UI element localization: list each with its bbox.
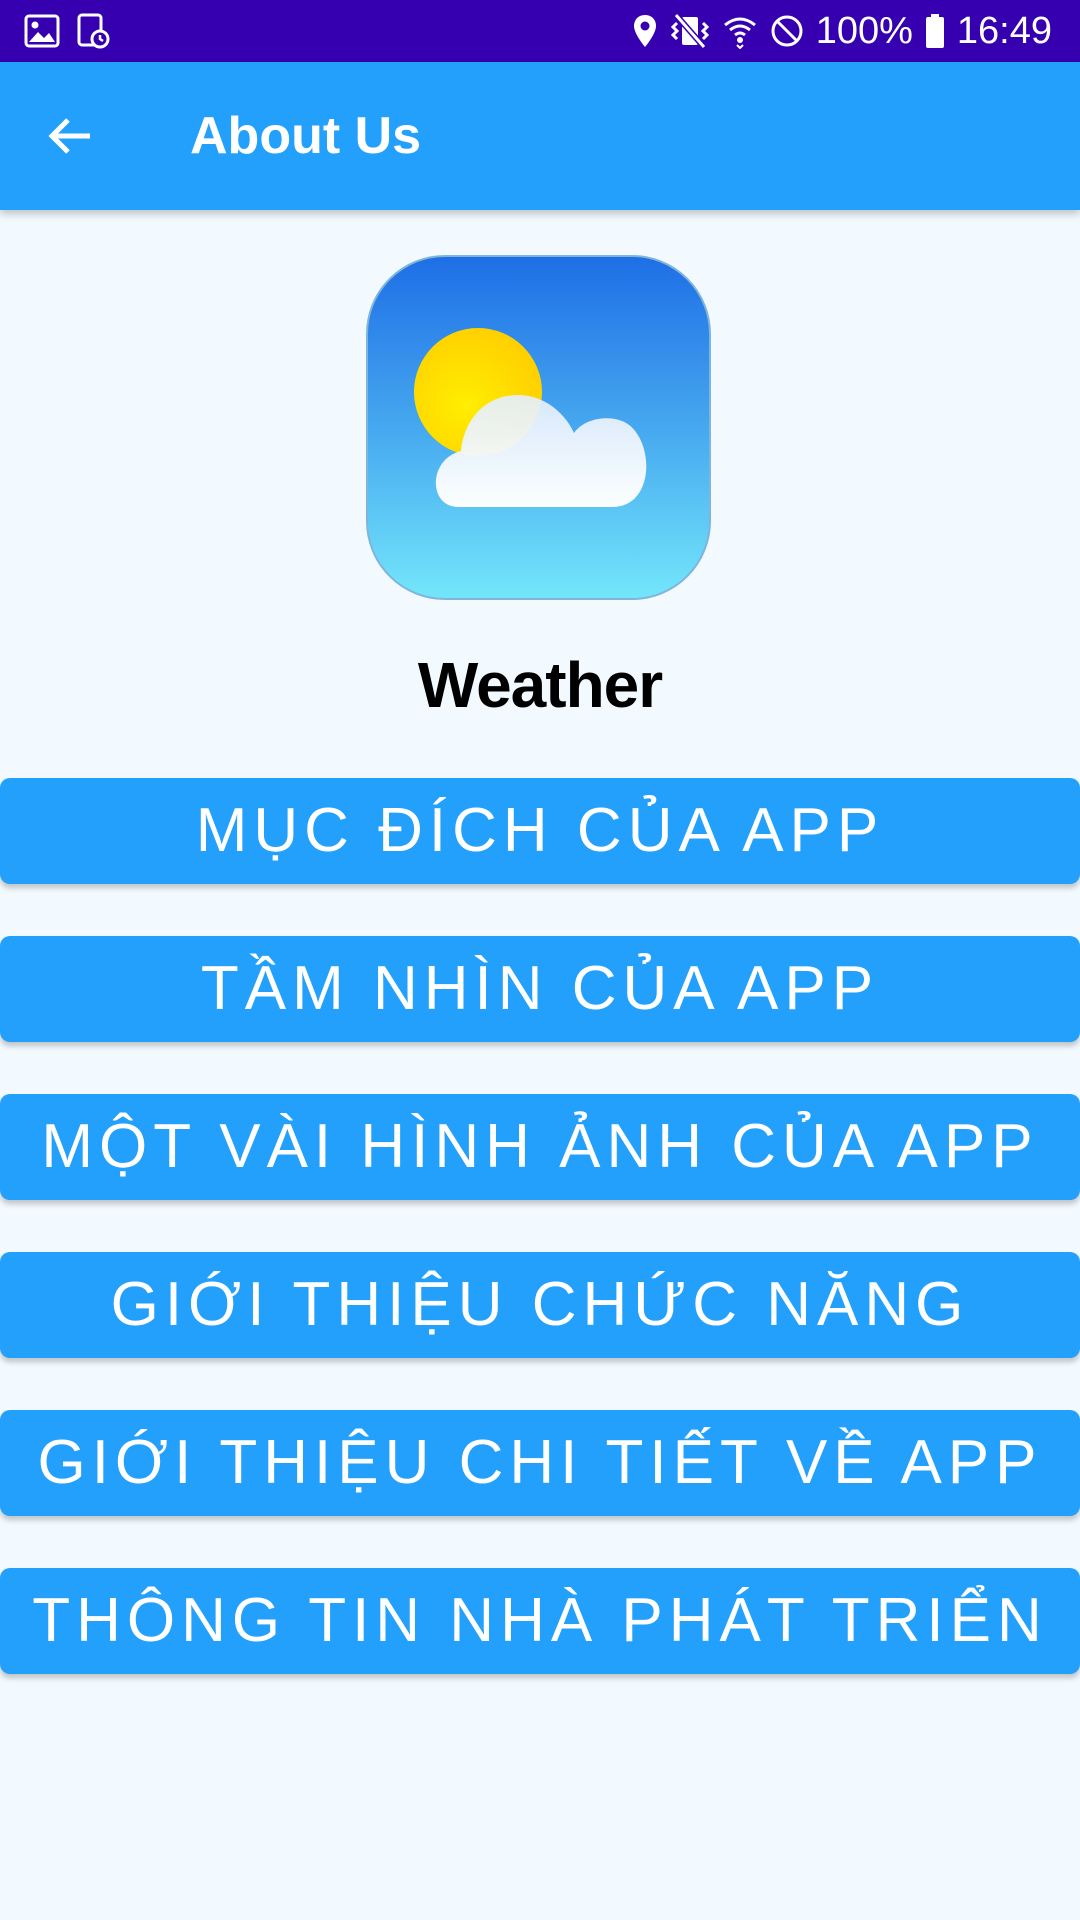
clock: 16:49 [956, 9, 1052, 52]
button-developer-info[interactable]: THÔNG TIN NHÀ PHÁT TRIỂN [0, 1568, 1080, 1674]
app-bar: About Us [0, 62, 1080, 210]
button-app-vision[interactable]: TẦM NHÌN CỦA APP [0, 936, 1080, 1042]
wifi-icon [722, 13, 758, 49]
gallery-icon [24, 14, 60, 48]
back-button[interactable] [28, 96, 112, 180]
button-app-screenshots[interactable]: MỘT VÀI HÌNH ẢNH CỦA APP [0, 1094, 1080, 1200]
app-name: Weather [417, 649, 663, 721]
arrow-back-icon [46, 112, 94, 165]
page-title: About Us [190, 107, 422, 165]
do-not-disturb-icon [770, 14, 804, 48]
status-left-icons [24, 0, 110, 62]
battery-percent: 100% [815, 9, 913, 52]
vibrate-icon [670, 13, 710, 49]
status-right-icons: 100% 16:49 [632, 0, 1052, 62]
status-bar: 100% 16:49 [0, 0, 1080, 62]
weather-app-icon [366, 255, 711, 600]
button-app-details[interactable]: GIỚI THIỆU CHI TIẾT VỀ APP [0, 1410, 1080, 1516]
button-features-intro[interactable]: GIỚI THIỆU CHỨC NĂNG [0, 1252, 1080, 1358]
screenshot-icon [76, 13, 110, 49]
battery-icon [925, 13, 945, 49]
location-icon [632, 13, 658, 49]
button-app-purpose[interactable]: MỤC ĐÍCH CỦA APP [0, 778, 1080, 884]
